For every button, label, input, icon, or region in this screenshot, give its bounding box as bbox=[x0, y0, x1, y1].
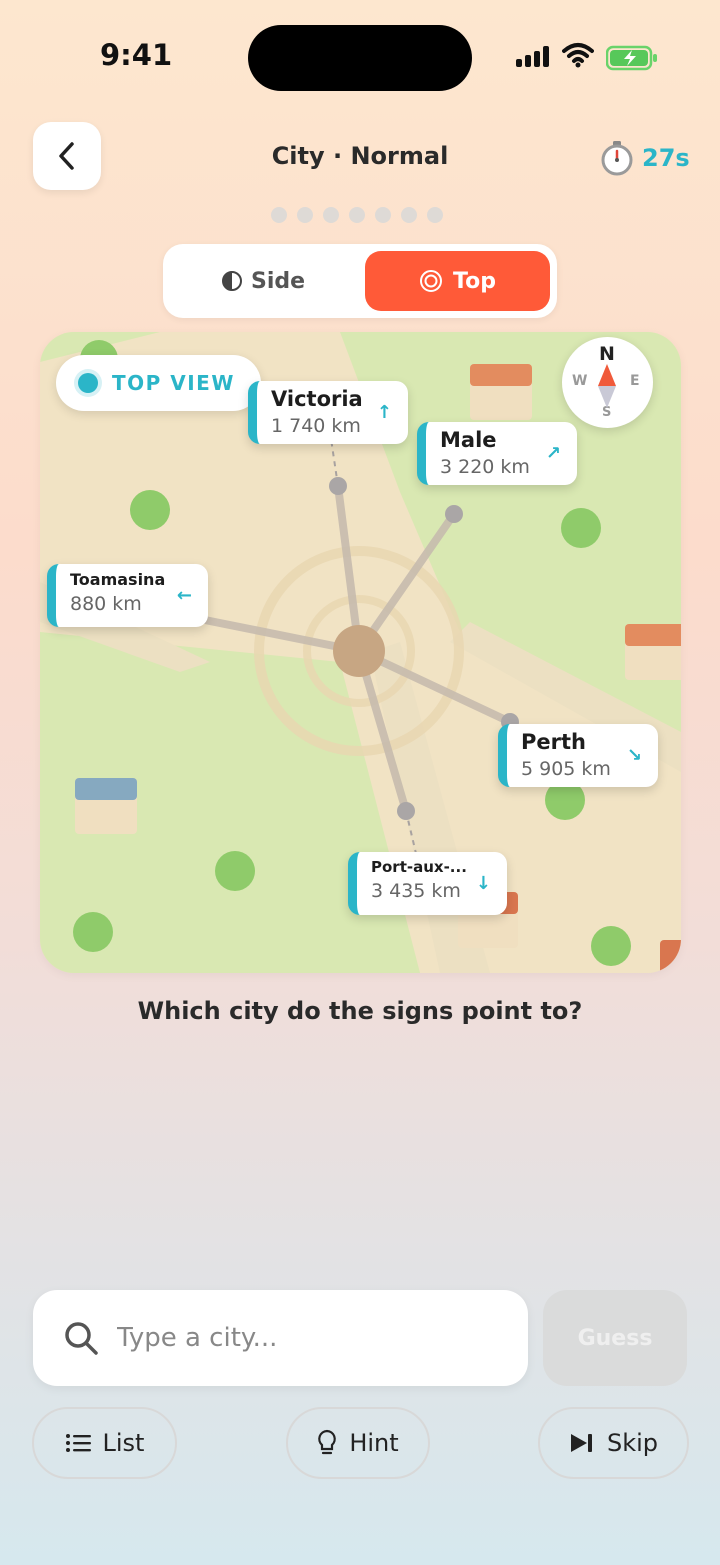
city-input[interactable] bbox=[117, 1314, 507, 1362]
battery-icon bbox=[605, 45, 658, 75]
half-circle-icon bbox=[221, 271, 242, 291]
sign-port-aux: Port-aux-... 3 435 km ↓ bbox=[348, 852, 507, 915]
progress-dot bbox=[297, 207, 313, 223]
progress-dot bbox=[323, 207, 339, 223]
sign-toamasina: Toamasina 880 km ← bbox=[47, 564, 208, 627]
guess-button[interactable]: Guess bbox=[543, 1290, 687, 1386]
timer-value: 27s bbox=[642, 144, 690, 172]
round-timer: 27s bbox=[600, 140, 690, 176]
arrow-up-right-icon: ↗ bbox=[545, 442, 561, 464]
top-view-label: Top bbox=[453, 268, 496, 294]
progress-dot bbox=[271, 207, 287, 223]
list-label: List bbox=[102, 1429, 145, 1457]
wifi-icon bbox=[562, 42, 594, 72]
compass-needle bbox=[598, 364, 616, 408]
compass-north: N bbox=[599, 343, 615, 365]
skip-forward-icon bbox=[570, 1434, 592, 1452]
city-search-box bbox=[33, 1290, 528, 1386]
question-prompt: Which city do the signs point to? bbox=[137, 997, 583, 1025]
skip-label: Skip bbox=[606, 1429, 659, 1457]
arrow-down-icon: ↓ bbox=[475, 872, 491, 894]
sign-perth: Perth 5 905 km ↘ bbox=[498, 724, 658, 787]
side-view-label: Side bbox=[250, 268, 306, 294]
hint-button[interactable]: Hint bbox=[286, 1407, 430, 1479]
compass-west: W bbox=[572, 373, 588, 389]
arrow-down-right-icon: ↘ bbox=[626, 744, 642, 766]
sign-victoria: Victoria 1 740 km ↑ bbox=[248, 381, 408, 444]
progress-dot bbox=[349, 207, 365, 223]
view-indicator-dot bbox=[78, 373, 98, 393]
progress-dot bbox=[401, 207, 417, 223]
progress-dot bbox=[427, 207, 443, 223]
round-progress-dots bbox=[271, 207, 443, 223]
arrow-left-icon: ← bbox=[176, 584, 192, 606]
list-button[interactable]: List bbox=[32, 1407, 177, 1479]
stopwatch-icon bbox=[601, 141, 633, 176]
top-view-badge: TOP VIEW bbox=[56, 355, 261, 411]
dynamic-island bbox=[248, 25, 472, 91]
sign-male: Male 3 220 km ↗ bbox=[417, 422, 577, 485]
top-view-tab[interactable]: Top bbox=[365, 251, 550, 311]
cellular-signal-icon bbox=[516, 46, 549, 67]
list-icon bbox=[65, 1434, 91, 1452]
lightbulb-icon bbox=[318, 1429, 337, 1455]
skip-button[interactable]: Skip bbox=[538, 1407, 689, 1479]
target-icon bbox=[420, 270, 443, 292]
compass-icon: N W E S bbox=[562, 337, 653, 428]
hint-label: Hint bbox=[349, 1429, 399, 1457]
compass-east: E bbox=[630, 373, 640, 389]
search-icon bbox=[65, 1322, 98, 1355]
view-badge-label: TOP VIEW bbox=[112, 371, 235, 395]
arrow-up-icon: ↑ bbox=[376, 401, 392, 423]
progress-dot bbox=[375, 207, 391, 223]
view-toggle: Side Top bbox=[163, 244, 557, 318]
status-time: 9:41 bbox=[100, 38, 173, 72]
side-view-tab[interactable]: Side bbox=[163, 244, 363, 318]
